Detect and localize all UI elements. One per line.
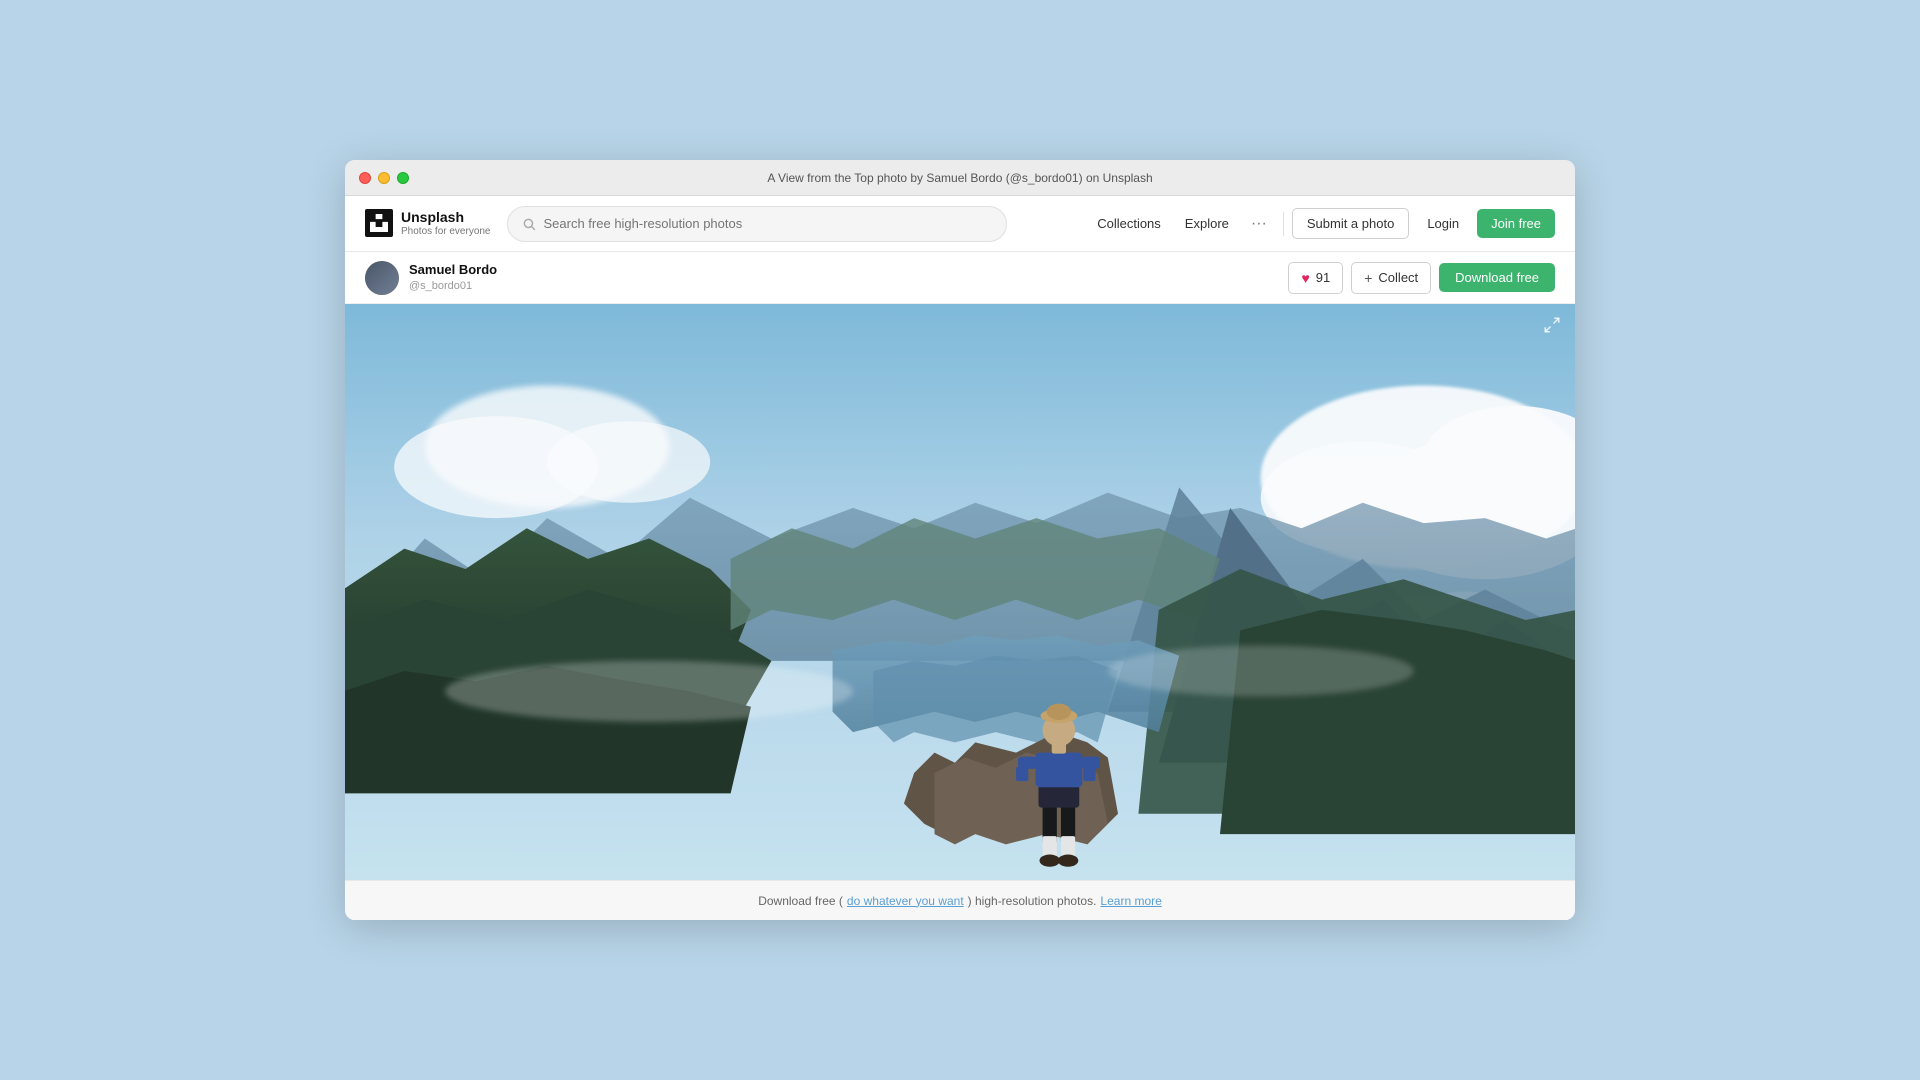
bottom-link-learn-more[interactable]: Learn more (1100, 894, 1161, 908)
logo-name: Unsplash (401, 209, 491, 226)
author-name[interactable]: Samuel Bordo (409, 262, 497, 279)
plus-icon: + (1364, 270, 1372, 286)
like-count: 91 (1316, 270, 1330, 285)
toolbar-actions: ♥ 91 + Collect Download free (1288, 262, 1555, 294)
browser-content: Unsplash Photos for everyone Collections… (345, 196, 1575, 920)
search-input[interactable] (544, 216, 992, 231)
author-area: Samuel Bordo @s_bordo01 (365, 261, 497, 295)
nav-more-icon[interactable]: ··· (1243, 211, 1275, 237)
unsplash-logo-icon (365, 209, 393, 237)
bottom-bar: Download free ( do whatever you want ) h… (345, 880, 1575, 920)
close-button[interactable] (359, 172, 371, 184)
page-title: A View from the Top photo by Samuel Bord… (767, 171, 1152, 185)
photo-svg (345, 304, 1575, 880)
collect-button[interactable]: + Collect (1351, 262, 1431, 294)
title-bar: A View from the Top photo by Samuel Bord… (345, 160, 1575, 196)
logo-area[interactable]: Unsplash Photos for everyone (365, 209, 491, 238)
nav-collections[interactable]: Collections (1087, 210, 1171, 237)
heart-icon: ♥ (1301, 270, 1309, 286)
collect-label: Collect (1378, 270, 1418, 285)
like-button[interactable]: ♥ 91 (1288, 262, 1343, 294)
logo-tagline: Photos for everyone (401, 226, 491, 238)
join-free-button[interactable]: Join free (1477, 209, 1555, 238)
traffic-lights (359, 172, 409, 184)
minimize-button[interactable] (378, 172, 390, 184)
avatar[interactable] (365, 261, 399, 295)
photo-toolbar: Samuel Bordo @s_bordo01 ♥ 91 + Collect D… (345, 252, 1575, 304)
unsplash-icon (370, 214, 388, 232)
top-nav: Unsplash Photos for everyone Collections… (345, 196, 1575, 252)
avatar-image (365, 261, 399, 295)
logo-text: Unsplash Photos for everyone (401, 209, 491, 238)
search-bar[interactable] (507, 206, 1007, 242)
photo-area (345, 304, 1575, 880)
maximize-button[interactable] (397, 172, 409, 184)
author-info: Samuel Bordo @s_bordo01 (409, 262, 497, 293)
search-icon (522, 217, 536, 231)
bottom-text-after: ) high-resolution photos. (968, 894, 1097, 908)
author-handle: @s_bordo01 (409, 279, 497, 293)
browser-window: A View from the Top photo by Samuel Bord… (345, 160, 1575, 920)
nav-links: Collections Explore ··· Submit a photo L… (1087, 208, 1555, 239)
bottom-text-before: Download free ( (758, 894, 843, 908)
login-button[interactable]: Login (1413, 209, 1473, 238)
bottom-link-do-whatever[interactable]: do whatever you want (847, 894, 964, 908)
download-button[interactable]: Download free (1439, 263, 1555, 292)
expand-icon[interactable] (1543, 316, 1561, 339)
nav-divider (1283, 212, 1284, 236)
nav-explore[interactable]: Explore (1175, 210, 1239, 237)
submit-photo-button[interactable]: Submit a photo (1292, 208, 1409, 239)
